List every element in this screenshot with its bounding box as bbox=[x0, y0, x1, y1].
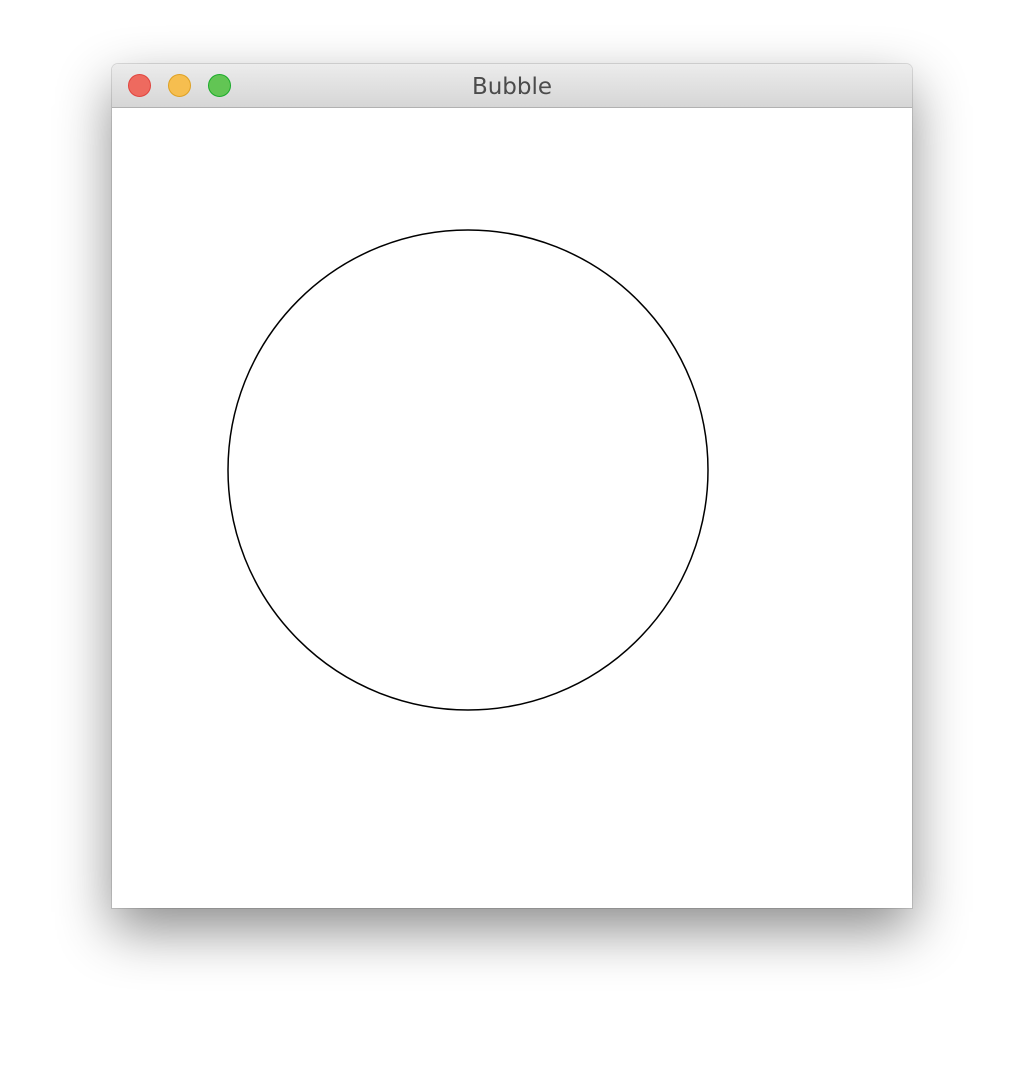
title-bar[interactable]: Bubble bbox=[112, 64, 912, 108]
window-title: Bubble bbox=[471, 74, 553, 100]
canvas-area[interactable] bbox=[112, 108, 912, 908]
drawing-canvas bbox=[227, 229, 709, 711]
app-window: Bubble bbox=[112, 64, 912, 908]
bubble-circle bbox=[227, 229, 709, 711]
